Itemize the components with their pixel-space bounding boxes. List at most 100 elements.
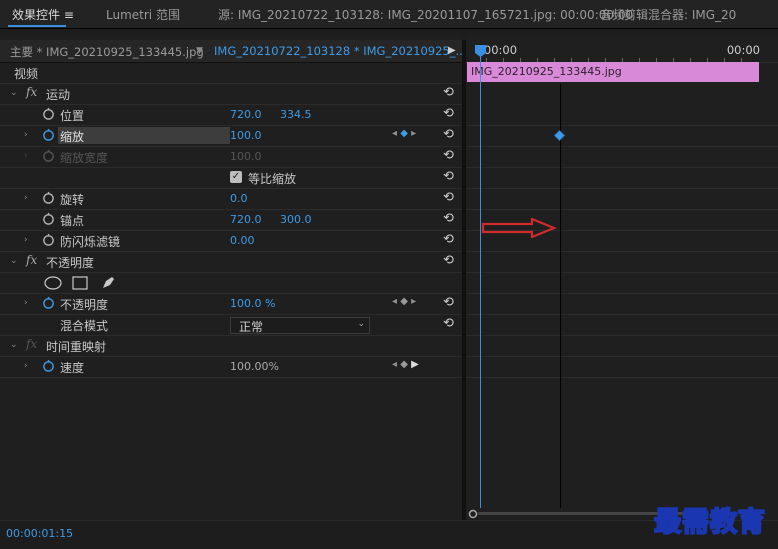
reset-icon[interactable]: ⟲ xyxy=(443,316,457,332)
current-timecode[interactable]: 00:00:01:15 xyxy=(6,527,73,540)
scale-row: › 缩放 100.0 ◂ ◆ ▸ ⟲ xyxy=(0,126,462,147)
expand-chevron-icon[interactable]: › xyxy=(24,193,28,203)
position-y-value[interactable]: 334.5 xyxy=(280,108,312,121)
anchor-row: 锚点 720.0 300.0 ⟲ xyxy=(0,210,462,231)
opacity-label: 不透明度 xyxy=(60,298,109,312)
stopwatch-icon[interactable] xyxy=(42,191,55,204)
reset-icon[interactable]: ⟲ xyxy=(443,232,457,248)
expand-chevron-icon[interactable]: › xyxy=(24,361,28,371)
stopwatch-icon[interactable] xyxy=(42,296,55,309)
stopwatch-icon[interactable] xyxy=(42,128,55,141)
blend-mode-label: 混合模式 xyxy=(60,319,109,333)
expand-chevron-icon[interactable]: ⌄ xyxy=(10,340,18,350)
opacity-value[interactable]: 100.0 % xyxy=(230,297,275,310)
playhead-line[interactable] xyxy=(480,52,481,508)
reset-icon[interactable]: ⟲ xyxy=(443,148,457,164)
stopwatch-icon[interactable] xyxy=(42,233,55,246)
reset-icon[interactable]: ⟲ xyxy=(443,169,457,185)
stopwatch-icon[interactable] xyxy=(42,359,55,372)
stopwatch-icon[interactable] xyxy=(42,107,55,120)
track-row xyxy=(466,294,778,315)
pen-mask-icon[interactable] xyxy=(100,275,116,291)
clip-end-line xyxy=(560,84,561,508)
expand-chevron-icon: › xyxy=(24,151,28,161)
tab-lumetri-scopes[interactable]: Lumetri 范围 xyxy=(106,6,180,23)
clip-bar[interactable]: IMG_20210925_133445.jpg xyxy=(467,62,759,82)
blend-mode-dropdown[interactable]: 正常 ⌄ xyxy=(230,317,370,334)
video-section-row: 视频 xyxy=(0,63,462,84)
speed-value[interactable]: 100.00% xyxy=(230,360,279,373)
panel-menu-icon[interactable]: ≡ xyxy=(64,8,74,22)
track-row xyxy=(466,189,778,210)
reset-icon[interactable]: ⟲ xyxy=(443,211,457,227)
motion-label: 运动 xyxy=(46,88,71,102)
track-row xyxy=(466,357,778,378)
watermark-text: 最需教育 xyxy=(653,506,766,539)
track-row xyxy=(466,252,778,273)
play-triangle-icon[interactable]: ▶ xyxy=(448,45,456,56)
speed-row: › 速度 100.00% ◂ ◆ ▶ xyxy=(0,357,462,378)
scroll-handle-icon[interactable] xyxy=(468,509,478,519)
rectangle-mask-icon[interactable] xyxy=(72,276,88,290)
rotation-value[interactable]: 0.0 xyxy=(230,192,248,205)
expand-chevron-icon[interactable]: › xyxy=(24,298,28,308)
tab-audio-clip-mixer[interactable]: 音频剪辑混合器: IMG_20 xyxy=(600,6,736,23)
blend-mode-row: 混合模式 正常 ⌄ ⟲ xyxy=(0,315,462,336)
add-keyframe-icon: ◆ xyxy=(400,128,408,139)
uniform-scale-checkbox[interactable]: ✓ xyxy=(230,171,242,183)
expand-chevron-icon[interactable]: ⌄ xyxy=(10,88,18,98)
speed-label: 速度 xyxy=(60,361,85,375)
opacity-section-row[interactable]: ⌄ fx 不透明度 ⟲ xyxy=(0,252,462,273)
fx-icon[interactable]: fx xyxy=(26,253,37,267)
opacity-row: › 不透明度 100.0 % ◂ ◆ ▸ ⟲ xyxy=(0,294,462,315)
flicker-label: 防闪烁滤镜 xyxy=(60,235,121,249)
playhead-handle-icon[interactable] xyxy=(474,44,487,58)
rotation-row: › 旋转 0.0 ⟲ xyxy=(0,189,462,210)
anchor-x-value[interactable]: 720.0 xyxy=(230,213,262,226)
sequence-header: 主要 * IMG_20210925_133445.jpg ▼ IMG_20210… xyxy=(0,40,466,63)
red-arrow-icon xyxy=(481,218,557,238)
track-row xyxy=(466,105,778,126)
keyframe-navigator[interactable]: ◂ ◆ ▸ xyxy=(392,296,416,307)
track-row xyxy=(466,168,778,189)
master-clip-tab[interactable]: 主要 * IMG_20210925_133445.jpg xyxy=(10,44,204,60)
chevron-down-icon[interactable]: ▼ xyxy=(196,46,203,56)
sequence-clip-tab[interactable]: IMG_20210722_103128 * IMG_20210925_... xyxy=(214,44,466,58)
flicker-value[interactable]: 0.00 xyxy=(230,234,255,247)
expand-chevron-icon[interactable]: › xyxy=(24,130,28,140)
tab-effect-controls[interactable]: 效果控件 ≡ xyxy=(12,6,74,23)
add-keyframe-icon: ◆ xyxy=(400,359,408,370)
uniform-scale-label: 等比缩放 xyxy=(248,172,297,186)
tab-source-monitor[interactable]: 源: IMG_20210722_103128: IMG_20201107_165… xyxy=(218,6,633,23)
reset-icon[interactable]: ⟲ xyxy=(443,295,457,311)
expand-chevron-icon[interactable]: ⌄ xyxy=(10,256,18,266)
fx-icon: fx xyxy=(26,337,38,351)
motion-row[interactable]: ⌄ fx 运动 ⟲ xyxy=(0,84,462,105)
ellipse-mask-icon[interactable] xyxy=(44,276,62,290)
opacity-section-label: 不透明度 xyxy=(46,256,95,270)
position-x-value[interactable]: 720.0 xyxy=(230,108,262,121)
reset-icon[interactable]: ⟲ xyxy=(443,106,457,122)
anchor-y-value[interactable]: 300.0 xyxy=(280,213,312,226)
fx-icon[interactable]: fx xyxy=(26,85,37,99)
time-ruler[interactable]: :00:00 00:00 xyxy=(466,40,778,63)
time-remap-label: 时间重映射 xyxy=(46,340,107,354)
scale-width-row: › 缩放宽度 100.0 ⟲ xyxy=(0,147,462,168)
rotation-label: 旋转 xyxy=(60,193,85,207)
uniform-scale-row: ✓ 等比缩放 ⟲ xyxy=(0,168,462,189)
blend-mode-value: 正常 xyxy=(239,320,264,334)
expand-chevron-icon[interactable]: › xyxy=(24,235,28,245)
reset-icon[interactable]: ⟲ xyxy=(443,190,457,206)
keyframe-navigator[interactable]: ◂ ◆ ▸ xyxy=(392,128,416,139)
time-remap-row[interactable]: ⌄ fx 时间重映射 xyxy=(0,336,462,357)
scale-value[interactable]: 100.0 xyxy=(230,129,262,142)
scale-label: 缩放 xyxy=(60,130,85,144)
reset-icon[interactable]: ⟲ xyxy=(443,253,457,269)
keyframe-diamond-icon[interactable] xyxy=(554,130,565,141)
ruler-end-time: 00:00 xyxy=(726,43,760,57)
flicker-row: › 防闪烁滤镜 0.00 ⟲ xyxy=(0,231,462,252)
stopwatch-icon[interactable] xyxy=(42,212,55,225)
reset-icon[interactable]: ⟲ xyxy=(443,127,457,143)
reset-icon[interactable]: ⟲ xyxy=(443,85,457,101)
keyframe-navigator[interactable]: ◂ ◆ ▶ xyxy=(392,359,419,370)
